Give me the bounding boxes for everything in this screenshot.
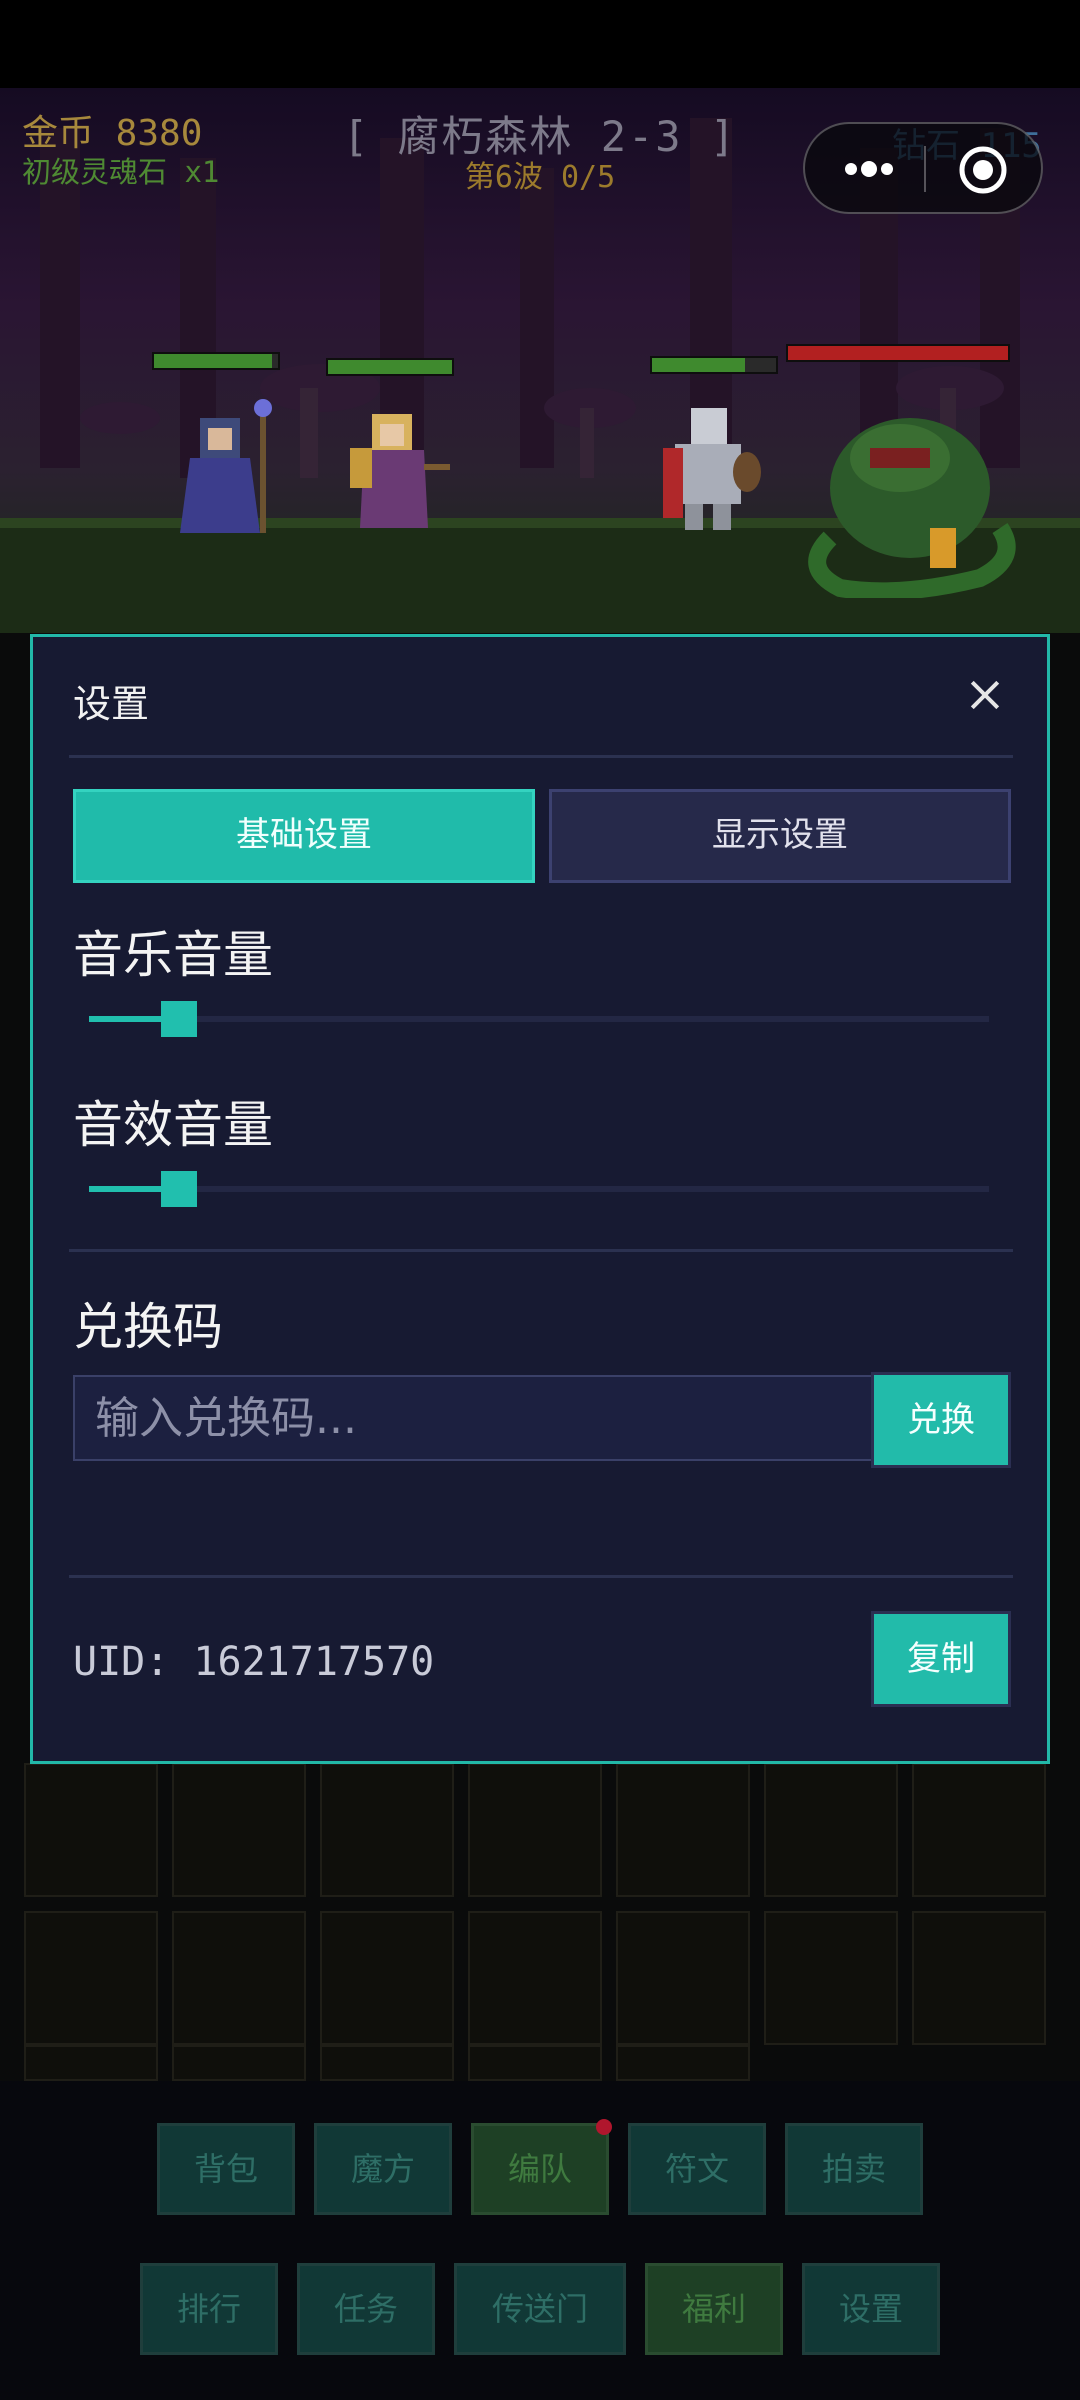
soul-stone-count: 初级灵魂石 x1 (22, 155, 220, 189)
mage-hero (180, 399, 272, 533)
slider-track (89, 1186, 989, 1192)
gold-count: 金币 8380 (22, 113, 203, 154)
nav-settings-button[interactable]: 设置 (802, 2263, 940, 2355)
grid-slot (468, 2045, 602, 2081)
stage-title: [ 腐朽森林 2-3 ] (342, 112, 738, 161)
nav-team-button[interactable]: 编队 (471, 2123, 609, 2215)
miniprogram-capsule (803, 122, 1043, 214)
music-volume-label: 音乐音量 (73, 926, 273, 984)
nav-quest-button[interactable]: 任务 (297, 2263, 435, 2355)
nav-rune-button[interactable]: 符文 (628, 2123, 766, 2215)
close-miniprogram-icon[interactable] (957, 144, 1009, 196)
settings-modal: 设置 基础设置 显示设置 音乐音量 音效音量 兑换码 兑换 UID: 16217… (30, 634, 1050, 1764)
grid-slot (24, 1911, 158, 2045)
mage-hp-bar (152, 352, 280, 370)
sfx-volume-label: 音效音量 (73, 1096, 273, 1154)
knight-hp-bar (650, 356, 778, 374)
grid-slot (616, 1911, 750, 2045)
nav-portal-button[interactable]: 传送门 (454, 2263, 626, 2355)
slider-thumb[interactable] (161, 1001, 197, 1037)
tab-display-settings[interactable]: 显示设置 (549, 789, 1011, 883)
notification-dot (596, 2119, 612, 2135)
more-icon[interactable] (837, 146, 901, 192)
grid-slot (616, 2045, 750, 2081)
grid-slot (912, 1763, 1046, 1897)
tab-basic-settings[interactable]: 基础设置 (73, 789, 535, 883)
redeem-code-label: 兑换码 (73, 1298, 223, 1356)
monster-hp-bar (786, 344, 1010, 362)
grid-slot (24, 2045, 158, 2081)
wave-progress: 第6波 0/5 (464, 160, 616, 195)
divider (69, 1249, 1013, 1252)
grid-slot (468, 1911, 602, 2045)
knight-hero (663, 408, 761, 530)
nav-bag-button[interactable]: 背包 (157, 2123, 295, 2215)
grid-slot (468, 1763, 602, 1897)
plant-monster-enemy (808, 418, 1016, 598)
slider-track (89, 1016, 989, 1022)
divider (69, 1575, 1013, 1578)
grid-slot (912, 1911, 1046, 2045)
divider (69, 755, 1013, 758)
sfx-volume-slider[interactable] (89, 1171, 989, 1207)
grid-slot (616, 1763, 750, 1897)
slider-thumb[interactable] (161, 1171, 197, 1207)
modal-title: 设置 (73, 682, 150, 726)
nav-welfare-button[interactable]: 福利 (645, 2263, 783, 2355)
redeem-button[interactable]: 兑换 (871, 1372, 1011, 1468)
grid-slot (764, 1763, 898, 1897)
archer-hp-bar (326, 358, 454, 376)
nav-auction-button[interactable]: 拍卖 (785, 2123, 923, 2215)
grid-slot (172, 2045, 306, 2081)
battle-scene: 金币 8380 初级灵魂石 x1 [ 腐朽森林 2-3 ] 第6波 0/5 钻石… (0, 88, 1080, 633)
music-volume-slider[interactable] (89, 1001, 989, 1037)
close-icon[interactable] (961, 671, 1009, 719)
grid-slot (764, 1911, 898, 2045)
grid-slot (172, 1763, 306, 1897)
grid-slot (320, 1911, 454, 2045)
archer-hero (350, 414, 450, 528)
capsule-divider (924, 146, 926, 192)
nav-cube-button[interactable]: 魔方 (314, 2123, 452, 2215)
currency-panel: 金币 8380 初级灵魂石 x1 (22, 114, 219, 190)
grid-slot (172, 1911, 306, 2045)
uid-text: UID: 1621717570 (73, 1639, 435, 1685)
status-bar (0, 0, 1080, 88)
bottom-nav: 背包 魔方 编队 符文 拍卖 排行 任务 传送门 福利 设置 (0, 2081, 1080, 2400)
nav-rank-button[interactable]: 排行 (140, 2263, 278, 2355)
redeem-code-input[interactable] (73, 1375, 887, 1461)
stage-info: [ 腐朽森林 2-3 ] 第6波 0/5 (340, 114, 740, 196)
grid-slot (24, 1763, 158, 1897)
grid-slot (320, 2045, 454, 2081)
grid-slot (320, 1763, 454, 1897)
copy-uid-button[interactable]: 复制 (871, 1611, 1011, 1707)
